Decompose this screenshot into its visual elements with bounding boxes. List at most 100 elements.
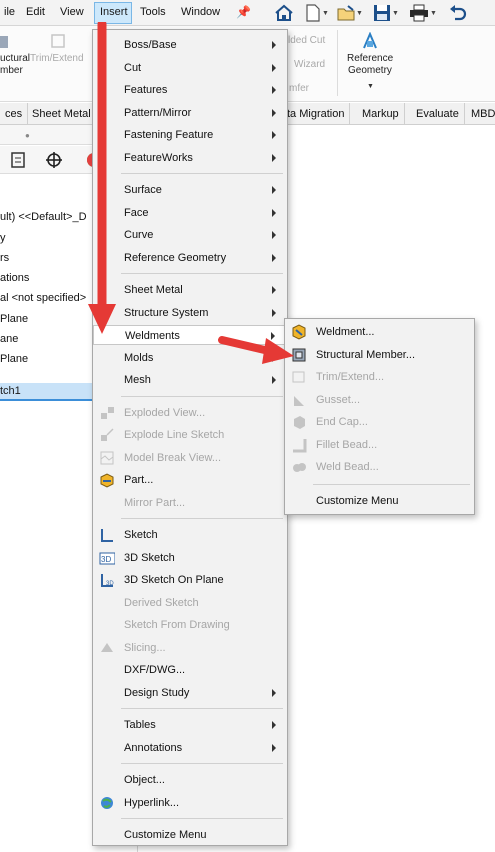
menu-item-annotations[interactable]: Annotations xyxy=(93,738,287,758)
weldment-item-fillet-bead: Fillet Bead... xyxy=(285,435,474,455)
submenu-arrow-icon xyxy=(272,286,276,294)
menu-item-3d-sketch-on-plane[interactable]: 3D 3D Sketch On Plane xyxy=(93,570,287,590)
crosshair-icon[interactable] xyxy=(44,151,64,169)
menu-item-3d-sketch[interactable]: 3D 3D Sketch xyxy=(93,548,287,568)
menu-item-label: Object... xyxy=(124,774,165,786)
menu-item-cut[interactable]: Cut xyxy=(93,58,287,78)
tree-item-front-plane[interactable]: Plane xyxy=(0,313,28,325)
save-icon[interactable] xyxy=(372,4,392,22)
reference-geometry-label-2[interactable]: Geometry xyxy=(348,65,392,77)
3d-sketch-icon: 3D xyxy=(99,552,115,564)
menu-item-exploded-view: Exploded View... xyxy=(93,403,287,423)
chevron-down-icon[interactable]: ▼ xyxy=(367,83,374,90)
menu-item-label: Customize Menu xyxy=(316,494,399,507)
menu-item-label: Exploded View... xyxy=(124,406,206,419)
menu-item-face[interactable]: Face xyxy=(93,203,287,223)
submenu-arrow-icon xyxy=(272,253,276,262)
menu-item-featureworks[interactable]: FeatureWorks xyxy=(93,148,287,168)
chamfer-ribbon-label[interactable]: mfer xyxy=(289,83,309,95)
menu-item-reference-geometry[interactable]: Reference Geometry xyxy=(93,248,287,268)
tree-item-sketch1[interactable]: tch1 xyxy=(0,383,98,401)
menu-item-label: Design Study xyxy=(124,686,190,699)
menu-edit[interactable]: Edit xyxy=(26,6,45,18)
wizard-ribbon-label[interactable]: Wizard xyxy=(294,59,325,71)
menu-item-dxf-dwg[interactable]: DXF/DWG... xyxy=(93,660,287,680)
welded-cut-ribbon-label[interactable]: lded Cut xyxy=(288,35,325,47)
tree-item-history[interactable]: y xyxy=(0,232,6,244)
reference-geometry-icon[interactable] xyxy=(361,32,379,52)
menu-item-structure-system[interactable]: Structure System xyxy=(93,303,287,323)
tab-features[interactable]: ces xyxy=(0,103,29,125)
menu-item-mesh[interactable]: Mesh xyxy=(93,370,287,390)
menu-item-label: Boss/Base xyxy=(124,39,177,51)
menu-item-mirror-part: Mirror Part... xyxy=(93,493,287,513)
chevron-down-icon[interactable]: ▼ xyxy=(322,10,329,17)
weldment-item-structural-member[interactable]: Structural Member... xyxy=(285,345,474,365)
home-icon[interactable] xyxy=(274,4,294,22)
new-document-icon[interactable] xyxy=(303,4,323,22)
tree-item-material[interactable]: al <not specified> xyxy=(0,292,86,304)
tab-mbd[interactable]: MBD xyxy=(466,103,495,125)
fillet-bead-icon xyxy=(293,438,307,452)
menu-insert-label: Insert xyxy=(100,6,128,18)
hyperlink-globe-icon xyxy=(101,796,113,809)
tab-markup[interactable]: Markup xyxy=(357,103,405,125)
submenu-arrow-icon xyxy=(272,721,276,729)
menu-item-sketch[interactable]: Sketch xyxy=(93,525,287,545)
menu-item-boss-base[interactable]: Boss/Base xyxy=(93,35,287,55)
menu-item-design-study[interactable]: Design Study xyxy=(93,683,287,703)
menu-item-label: Structure System xyxy=(124,306,209,319)
structural-member-ribbon-label-2[interactable]: mber xyxy=(0,65,23,77)
pin-icon[interactable]: 📌 xyxy=(236,5,251,19)
structural-member-ribbon-label[interactable]: uctural xyxy=(0,53,30,65)
menu-item-surface[interactable]: Surface xyxy=(93,180,287,200)
tab-evaluate[interactable]: Evaluate xyxy=(411,103,465,125)
menu-item-pattern-mirror[interactable]: Pattern/Mirror xyxy=(93,103,287,123)
menu-item-part[interactable]: Part... xyxy=(93,470,287,490)
menu-item-label: Structural Member... xyxy=(316,348,416,361)
menu-item-tables[interactable]: Tables xyxy=(93,715,287,735)
undo-icon[interactable] xyxy=(448,4,468,22)
chevron-down-icon[interactable]: ▼ xyxy=(392,10,399,17)
menu-insert[interactable]: Insert xyxy=(94,2,132,24)
submenu-arrow-icon xyxy=(272,353,276,362)
open-folder-icon[interactable] xyxy=(336,4,356,22)
menu-item-label: Sheet Metal xyxy=(124,284,183,296)
menu-file[interactable]: ile xyxy=(4,6,15,18)
tree-item-sensors[interactable]: rs xyxy=(0,252,9,264)
reference-geometry-label[interactable]: Reference xyxy=(347,53,393,65)
menu-item-label: FeatureWorks xyxy=(124,151,193,164)
submenu-arrow-icon xyxy=(272,131,276,139)
menu-item-features[interactable]: Features xyxy=(93,80,287,100)
tab-sheet-metal[interactable]: Sheet Metal xyxy=(27,103,97,125)
menu-item-customize-menu[interactable]: Customize Menu xyxy=(93,825,287,845)
menu-view[interactable]: View xyxy=(60,6,84,18)
tree-item-config[interactable]: ult) <<Default>_D xyxy=(0,211,87,223)
tab-data-migration[interactable]: ta Migration xyxy=(282,103,351,125)
menu-item-molds[interactable]: Molds xyxy=(93,348,287,368)
chevron-down-icon[interactable]: ▼ xyxy=(430,10,437,17)
menu-item-hyperlink[interactable]: Hyperlink... xyxy=(93,793,287,813)
menu-tools[interactable]: Tools xyxy=(140,6,166,18)
menu-item-sheet-metal[interactable]: Sheet Metal xyxy=(93,280,287,300)
structural-member-ribbon-icon[interactable] xyxy=(0,34,10,50)
print-icon[interactable] xyxy=(409,4,429,22)
weldment-item-weldment[interactable]: Weldment... xyxy=(285,322,474,342)
tree-item-top-plane[interactable]: ane xyxy=(0,333,18,345)
menu-item-weldments[interactable]: Weldments xyxy=(93,325,287,345)
menu-item-fastening-feature[interactable]: Fastening Feature xyxy=(93,125,287,145)
weldment-item-customize-menu[interactable]: Customize Menu xyxy=(285,491,474,511)
menu-item-object[interactable]: Object... xyxy=(93,770,287,790)
menu-item-label: DXF/DWG... xyxy=(124,664,186,676)
property-manager-icon[interactable] xyxy=(8,151,28,169)
end-cap-icon xyxy=(294,416,305,429)
tree-item-right-plane[interactable]: Plane xyxy=(0,353,28,365)
chevron-down-icon[interactable]: ▼ xyxy=(356,10,363,17)
menu-item-curve[interactable]: Curve xyxy=(93,225,287,245)
trim-extend-ribbon-label[interactable]: Trim/Extend xyxy=(30,53,84,65)
tree-item-annotations[interactable]: ations xyxy=(0,272,29,284)
menu-window[interactable]: Window xyxy=(181,6,220,18)
trim-extend-ribbon-icon[interactable] xyxy=(49,32,69,50)
menu-item-label: Customize Menu xyxy=(124,829,207,841)
menu-bar: ile Edit View Insert Tools Window 📌 ▼ ▼ … xyxy=(0,0,495,26)
